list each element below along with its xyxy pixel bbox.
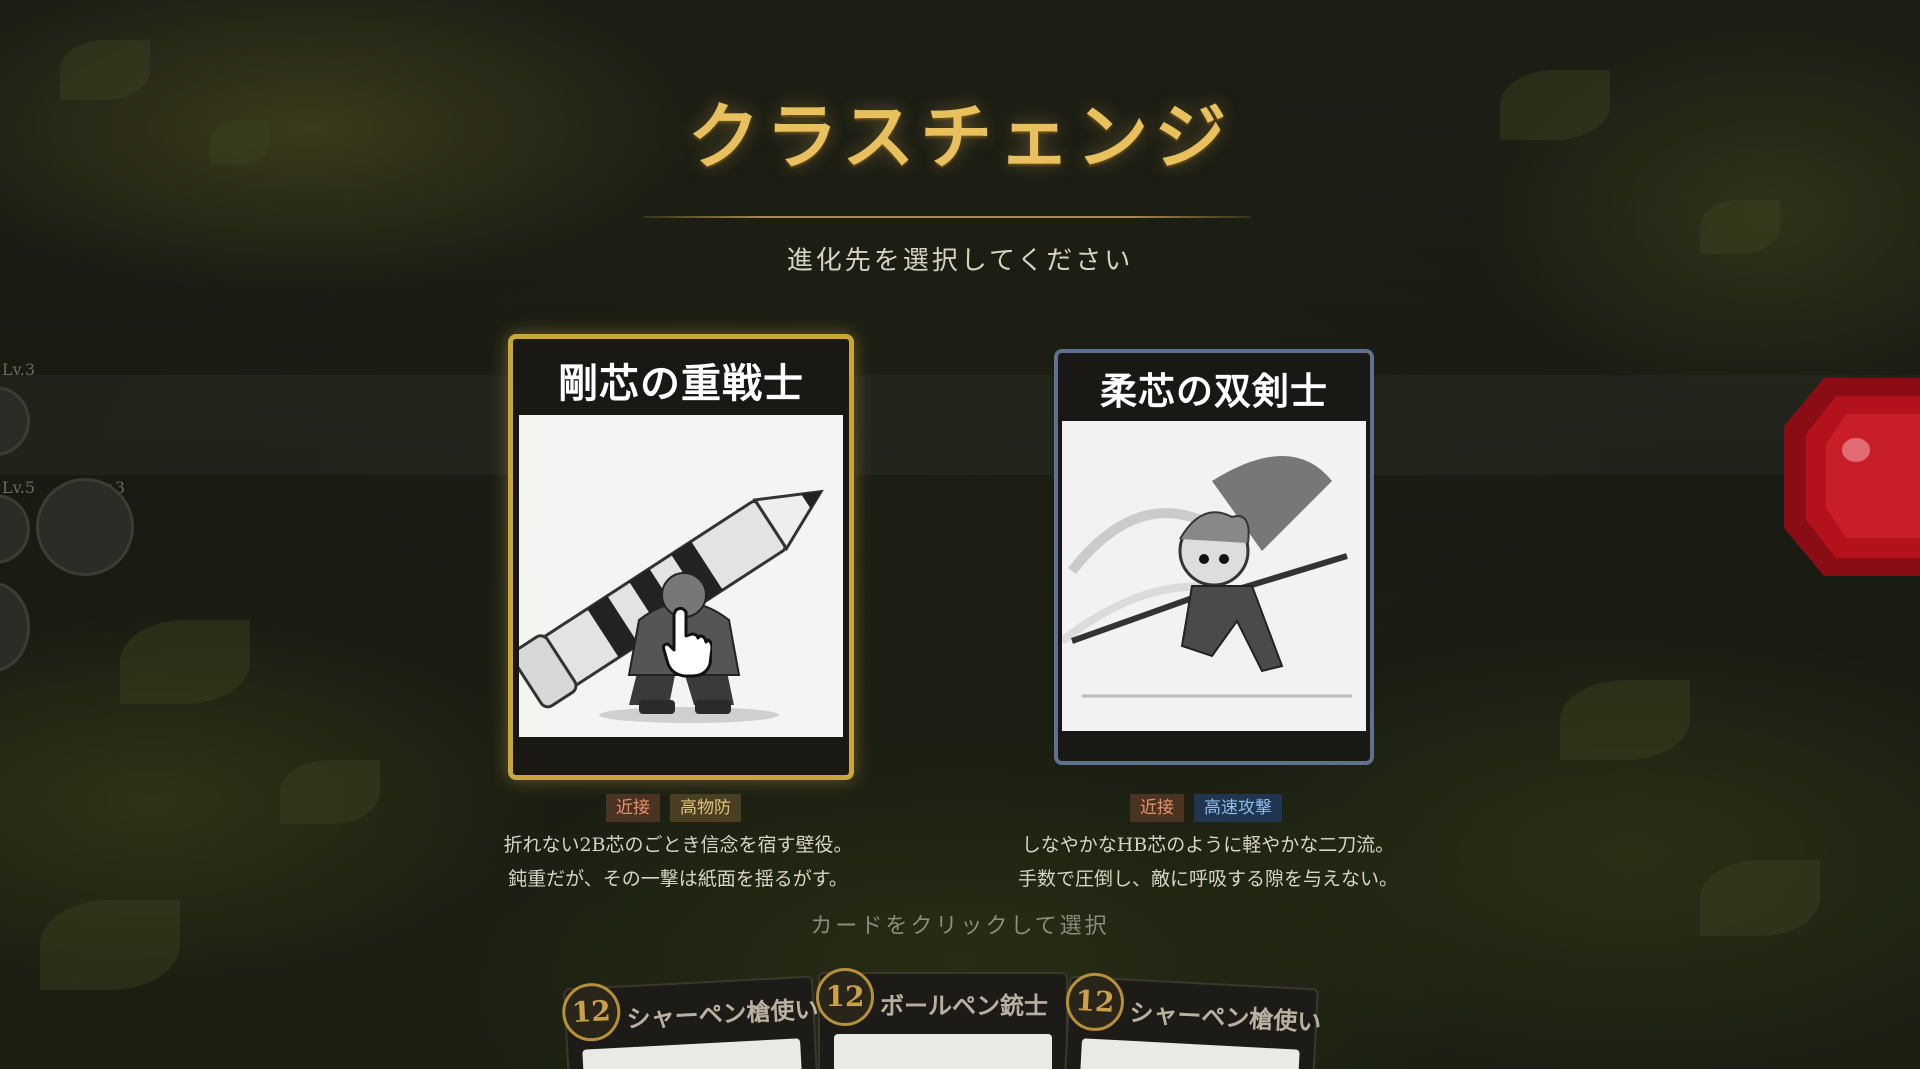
hand-card[interactable]: 12 シャーペン槍使い <box>1063 971 1322 1069</box>
class-card-heavy-warrior[interactable]: 剛芯の重戦士 <box>508 334 854 780</box>
selection-hint: カードをクリックして選択 <box>810 914 1110 939</box>
tag-melee: 近接 <box>606 794 660 822</box>
tag-high-defense: 高物防 <box>670 794 741 822</box>
level-label: Lv.5 <box>2 478 36 497</box>
dual-sword-warrior-icon <box>1062 421 1366 731</box>
class-description: 折れない2B芯のごとき信念を宿す壁役。 鈍重だが、その一撃は紙面を揺るがす。 <box>418 828 938 896</box>
lane-band <box>0 375 1920 475</box>
card-art <box>582 1038 803 1069</box>
card-cost: 12 <box>816 968 874 1026</box>
hand-card[interactable]: 12 ボールペン銃士 <box>816 968 1068 1069</box>
hand-card[interactable]: 12 シャーペン槍使い <box>560 975 820 1069</box>
class-description: しなやかなHB芯のように軽やかな二刀流。 手数で圧倒し、敵に呼吸する隙を与えない… <box>948 828 1468 896</box>
unit-avatar <box>36 478 134 576</box>
description-line: 鈍重だが、その一撃は紙面を揺るがす。 <box>508 868 848 890</box>
description-line: 手数で圧倒し、敵に呼吸する隙を与えない。 <box>1017 868 1398 890</box>
card-art <box>1079 1038 1300 1069</box>
description-line: しなやかなHB芯のように軽やかな二刀流。 <box>1021 834 1395 856</box>
leaf-decoration <box>120 620 250 704</box>
class-card-dual-swordsman[interactable]: 柔芯の双剣士 <box>1054 349 1374 765</box>
class-tags: 近接 高速攻撃 <box>1130 794 1282 822</box>
leaf-decoration <box>280 760 380 824</box>
leaf-decoration <box>1560 680 1690 760</box>
description-line: 折れない2B芯のごとき信念を宿す壁役。 <box>503 834 853 856</box>
card-name: ボールペン銃士 <box>880 991 1048 1020</box>
tag-melee: 近接 <box>1130 794 1184 822</box>
hand-pointer-icon <box>662 606 712 678</box>
screen-subtitle: 進化先を選択してください <box>786 246 1134 276</box>
class-name: 剛芯の重戦士 <box>558 360 804 407</box>
tag-fast-attack: 高速攻撃 <box>1194 794 1282 822</box>
card-name: シャーペン槍使い <box>625 994 820 1034</box>
title-divider <box>643 216 1251 218</box>
card-cost: 12 <box>1064 971 1126 1033</box>
giant-pencil-warrior-icon <box>519 415 843 737</box>
class-tags: 近接 高物防 <box>606 794 741 822</box>
card-name: シャーペン槍使い <box>1128 997 1322 1037</box>
red-gem-icon <box>1784 378 1920 576</box>
card-art <box>834 1034 1052 1069</box>
level-label: Lv.3 <box>2 360 36 379</box>
card-cost: 12 <box>560 981 622 1043</box>
screen-title: クラスチェンジ <box>687 94 1233 179</box>
class-name: 柔芯の双剣士 <box>1100 369 1328 413</box>
